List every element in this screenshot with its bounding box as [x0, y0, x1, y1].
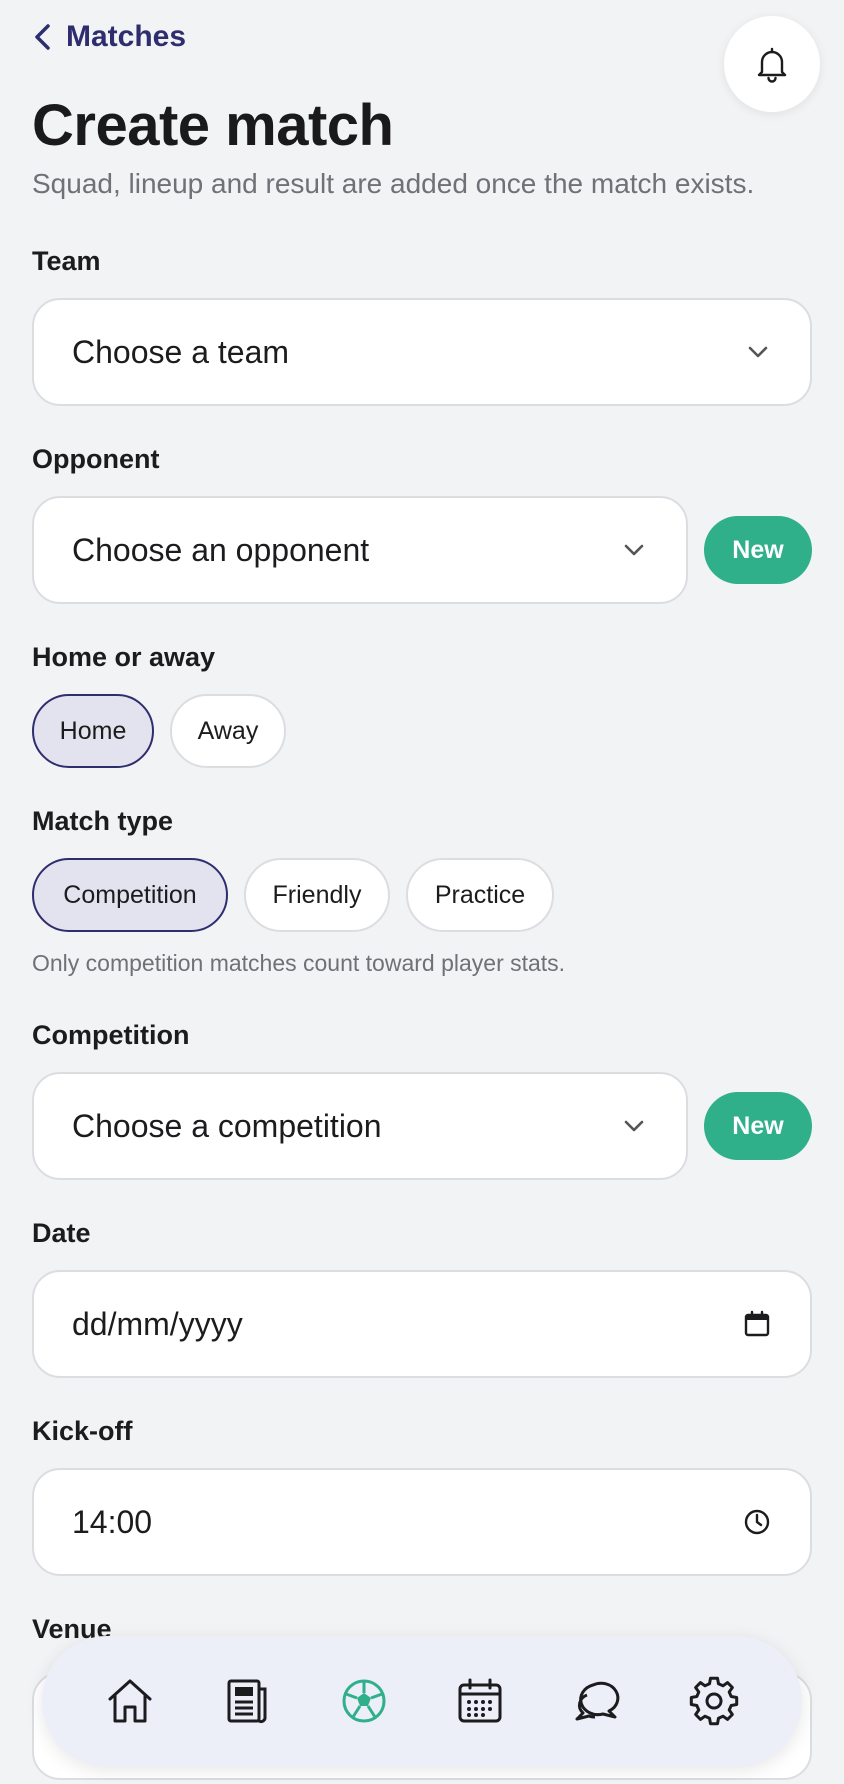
- nav-chat[interactable]: [567, 1671, 627, 1731]
- home-icon: [108, 1679, 152, 1723]
- nav-news[interactable]: [217, 1671, 277, 1731]
- chevron-down-icon: [748, 346, 768, 358]
- news-icon: [227, 1679, 267, 1724]
- match-type-label: Match type: [32, 806, 174, 836]
- competition-chip[interactable]: Competition: [32, 858, 228, 932]
- page-title: Create match: [32, 93, 394, 158]
- chat-icon: [575, 1681, 620, 1721]
- kickoff-input[interactable]: 14:00: [32, 1468, 812, 1576]
- opponent-select-value: Choose an opponent: [72, 531, 370, 568]
- kickoff-input-value: 14:00: [72, 1503, 153, 1540]
- friendly-chip[interactable]: Friendly: [244, 858, 390, 932]
- nav-settings[interactable]: [684, 1671, 744, 1731]
- date-input-value: dd/mm/yyyy: [72, 1305, 243, 1342]
- chevron-left-icon: [35, 24, 50, 50]
- opponent-label: Opponent: [32, 444, 160, 474]
- kickoff-label: Kick-off: [32, 1416, 133, 1446]
- team-select-value: Choose a team: [72, 333, 290, 370]
- competition-label: Competition: [32, 1020, 190, 1050]
- team-select[interactable]: Choose a team: [32, 298, 812, 406]
- new-opponent-button[interactable]: New: [704, 516, 812, 584]
- team-label: Team: [32, 246, 101, 276]
- home-chip[interactable]: Home: [32, 694, 154, 768]
- nav-calendar[interactable]: [450, 1671, 510, 1731]
- opponent-select[interactable]: Choose an opponent: [32, 496, 688, 604]
- clock-icon[interactable]: [742, 1507, 772, 1537]
- competition-select[interactable]: Choose a competition: [32, 1072, 688, 1180]
- settings-icon: [689, 1676, 738, 1726]
- bell-icon: [757, 47, 787, 83]
- create-match-screen: Matches Create match Squad, lineup and r…: [0, 0, 844, 1784]
- home-away-label: Home or away: [32, 642, 216, 672]
- bottom-nav: [42, 1636, 802, 1766]
- practice-chip[interactable]: Practice: [406, 858, 554, 932]
- nav-matches[interactable]: [334, 1671, 394, 1731]
- back-button[interactable]: Matches: [32, 20, 186, 54]
- competition-select-value: Choose a competition: [72, 1107, 382, 1144]
- chevron-down-icon: [624, 1120, 644, 1132]
- nav-home[interactable]: [100, 1671, 160, 1731]
- page-subtitle: Squad, lineup and result are added once …: [32, 168, 755, 199]
- calendar-icon[interactable]: [742, 1309, 772, 1339]
- new-competition-button[interactable]: New: [704, 1092, 812, 1160]
- date-label: Date: [32, 1218, 91, 1248]
- match-type-hint: Only competition matches count toward pl…: [32, 950, 566, 976]
- away-chip[interactable]: Away: [170, 694, 286, 768]
- chevron-down-icon: [624, 544, 644, 556]
- back-label: Matches: [66, 20, 187, 53]
- notifications-button[interactable]: [724, 16, 820, 112]
- calendar-icon: [458, 1678, 502, 1723]
- football-icon: [342, 1679, 386, 1723]
- date-input[interactable]: dd/mm/yyyy: [32, 1270, 812, 1378]
